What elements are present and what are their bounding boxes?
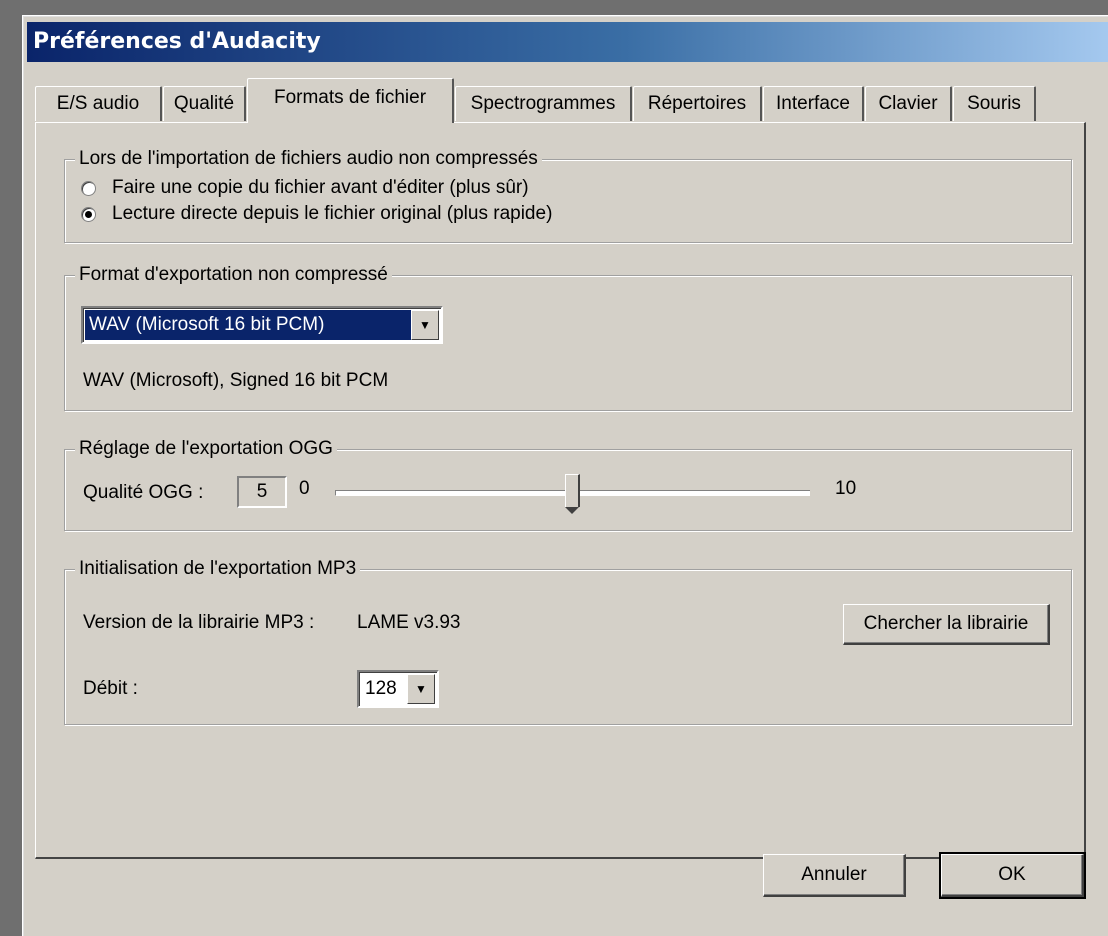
bitrate-label: Débit : <box>83 678 138 699</box>
export-format-dropdown[interactable]: WAV (Microsoft 16 bit PCM) ▼ <box>81 306 443 344</box>
export-format-description: WAV (Microsoft), Signed 16 bit PCM <box>83 370 389 391</box>
import-group: Lors de l'importation de fichiers audio … <box>64 146 1072 243</box>
radio-copy-file[interactable]: Faire une copie du fichier avant d'édite… <box>81 176 529 200</box>
ogg-group: Réglage de l'exportation OGG Qualité OGG… <box>64 436 1072 531</box>
tab-keyboard[interactable]: Clavier <box>865 86 952 121</box>
tab-directories[interactable]: Répertoires <box>633 86 762 121</box>
export-format-group: Format d'exportation non compressé WAV (… <box>64 262 1072 411</box>
tab-audio-io[interactable]: E/S audio <box>35 86 162 121</box>
preferences-window: Préférences d'Audacity E/S audio Qualité… <box>22 15 1108 936</box>
tab-file-formats[interactable]: Formats de fichier <box>247 78 454 123</box>
ogg-group-title: Réglage de l'exportation OGG <box>75 436 337 462</box>
radio-direct-read-indicator[interactable] <box>81 206 96 222</box>
radio-copy-file-indicator[interactable] <box>81 180 96 196</box>
radio-direct-read[interactable]: Lecture directe depuis le fichier origin… <box>81 202 552 226</box>
ok-button[interactable]: OK <box>939 852 1086 899</box>
chevron-down-icon[interactable]: ▼ <box>407 674 435 704</box>
ogg-quality-slider-thumb[interactable] <box>565 474 580 514</box>
ogg-quality-value: 5 <box>237 476 287 508</box>
ogg-quality-label: Qualité OGG : <box>83 482 204 503</box>
tab-quality[interactable]: Qualité <box>163 86 246 121</box>
chevron-down-icon[interactable]: ▼ <box>411 310 439 340</box>
tab-interface[interactable]: Interface <box>763 86 864 121</box>
tab-mouse[interactable]: Souris <box>953 86 1036 121</box>
find-library-button[interactable]: Chercher la librairie <box>843 604 1050 645</box>
import-group-title: Lors de l'importation de fichiers audio … <box>75 146 542 172</box>
mp3-version-value: LAME v3.93 <box>357 612 461 633</box>
mp3-group: Initialisation de l'exportation MP3 Vers… <box>64 556 1072 725</box>
ogg-slider-max: 10 <box>835 478 857 499</box>
cancel-button[interactable]: Annuler <box>763 854 906 897</box>
title-bar: Préférences d'Audacity <box>27 22 1108 62</box>
export-group-title: Format d'exportation non compressé <box>75 262 392 288</box>
mp3-version-label: Version de la librairie MP3 : <box>83 612 315 633</box>
bitrate-dropdown[interactable]: 128 ▼ <box>357 670 439 708</box>
radio-direct-read-label: Lecture directe depuis le fichier origin… <box>112 203 553 224</box>
bitrate-value: 128 <box>365 678 397 699</box>
ogg-slider-min: 0 <box>299 478 310 499</box>
tab-spectrograms[interactable]: Spectrogrammes <box>455 86 632 121</box>
radio-copy-file-label: Faire une copie du fichier avant d'édite… <box>112 177 529 198</box>
file-formats-panel: Lors de l'importation de fichiers audio … <box>35 122 1086 859</box>
export-format-value: WAV (Microsoft 16 bit PCM) <box>85 310 411 340</box>
mp3-group-title: Initialisation de l'exportation MP3 <box>75 556 361 582</box>
